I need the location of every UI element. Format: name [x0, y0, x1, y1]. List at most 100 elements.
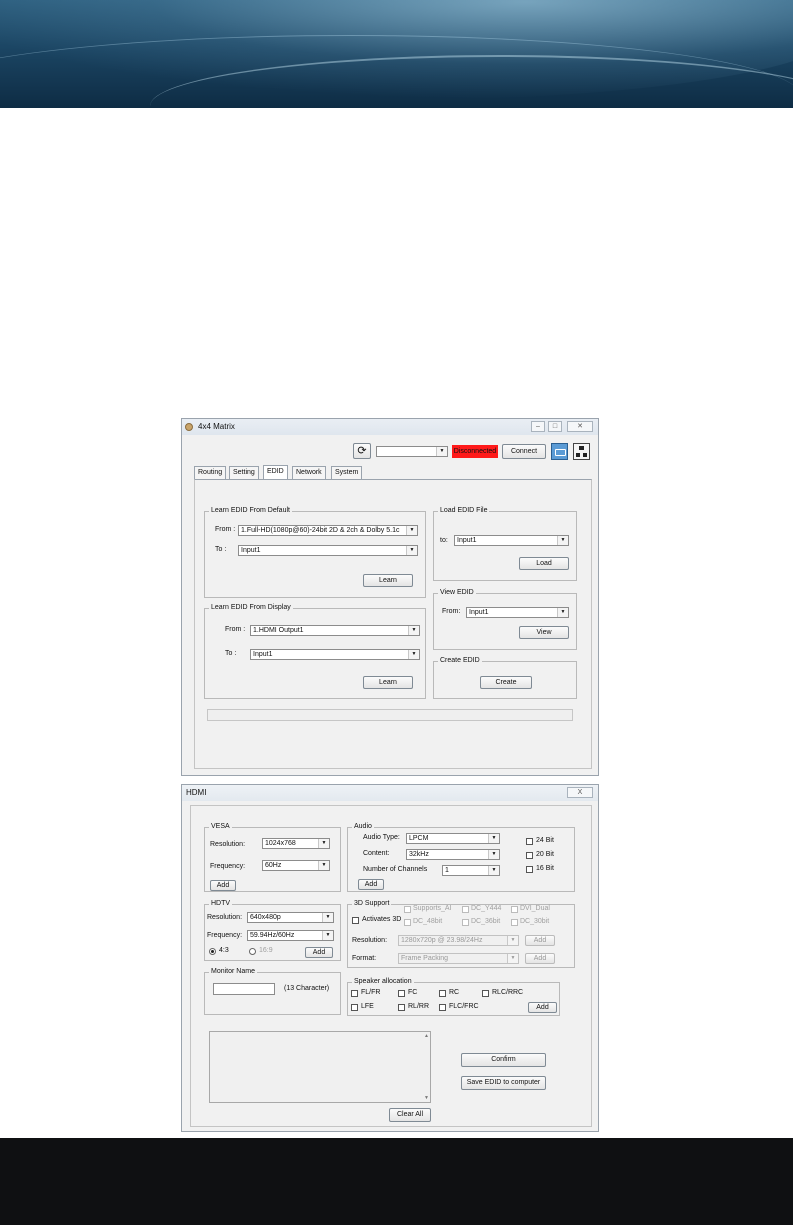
3d-format-add-button[interactable]: Add [525, 953, 555, 964]
group-title: Create EDID [438, 656, 482, 666]
create-button[interactable]: Create [480, 676, 532, 689]
dc-36bit-checkbox[interactable] [462, 919, 469, 926]
activate-3d-checkbox[interactable] [352, 917, 359, 924]
vesa-resolution-select[interactable]: 1024x768 ▼ [262, 838, 330, 849]
clear-all-button[interactable]: Clear All [389, 1108, 431, 1122]
tab-edid[interactable]: EDID [263, 465, 288, 480]
monitor-name-input[interactable] [213, 983, 275, 995]
fc-checkbox[interactable] [398, 990, 405, 997]
view-edid-group: View EDID From: Input1 ▼ View [433, 588, 577, 650]
hdtv-add-button[interactable]: Add [305, 947, 333, 958]
3d-format-select[interactable]: Frame Packing ▼ [398, 953, 519, 964]
group-title: Learn EDID From Display [209, 603, 293, 613]
network-icon[interactable] [573, 443, 590, 460]
tab-system[interactable]: System [331, 466, 363, 480]
rc-checkbox[interactable] [439, 990, 446, 997]
view-button[interactable]: View [519, 626, 569, 639]
tab-routing[interactable]: Routing [194, 466, 227, 480]
scroll-up-icon[interactable]: ▲ [424, 1033, 429, 1039]
learn-default-from-select[interactable]: 1.Full-HD(1080p@60)-24bit 2D & 2ch & Dol… [238, 525, 418, 536]
tab-setting[interactable]: Setting [229, 466, 259, 480]
connect-button[interactable]: Connect [502, 444, 546, 459]
hdmi-titlebar: HDMI [182, 785, 598, 801]
serial-port-icon[interactable] [551, 443, 568, 460]
load-edid-to-select[interactable]: Input1 ▼ [454, 535, 569, 546]
supports-ai-checkbox[interactable] [404, 906, 411, 913]
chevron-down-icon: ▼ [406, 546, 417, 555]
hdmi-window: HDMI X VESA Resolution: 1024x768 ▼ Freque… [181, 784, 599, 1132]
rl-rr-checkbox[interactable] [398, 1004, 405, 1011]
dc-36bit-label: DC_36bit [471, 918, 501, 925]
chevron-down-icon: ▼ [436, 447, 447, 456]
vesa-group: VESA Resolution: 1024x768 ▼ Frequency: 60… [204, 822, 341, 892]
supports-ai-label: Supports_AI [413, 905, 452, 912]
hdtv-frequency-select[interactable]: 59.94Hz/60Hz ▼ [247, 930, 334, 941]
create-edid-group: Create EDID Create [433, 656, 577, 699]
activate-3d-label: Activates 3D [362, 916, 402, 923]
edid-output-textarea[interactable]: ▲ ▼ [209, 1031, 431, 1103]
chevron-down-icon: ▼ [318, 861, 329, 870]
flc-frc-checkbox[interactable] [439, 1004, 446, 1011]
load-button[interactable]: Load [519, 557, 569, 570]
3d-resolution-select[interactable]: 1280x720p @ 23.98/24Hz ▼ [398, 935, 519, 946]
to-label: to: [440, 537, 448, 544]
dc-48bit-checkbox[interactable] [404, 919, 411, 926]
bit24-checkbox[interactable] [526, 838, 533, 845]
flc-frc-label: FLC/FRC [449, 1003, 479, 1010]
speaker-add-button[interactable]: Add [528, 1002, 557, 1013]
maximize-button[interactable]: □ [548, 421, 562, 432]
aspect-4-3-radio[interactable] [209, 948, 216, 955]
learn-display-from-select[interactable]: 1.HDMI Output1 ▼ [250, 625, 420, 636]
chevron-down-icon: ▼ [488, 834, 499, 843]
audio-group: Audio Audio Type: LPCM ▼ Content: 32kHz ▼ … [347, 822, 575, 892]
view-edid-from-select[interactable]: Input1 ▼ [466, 607, 569, 618]
window-title: HDMI [186, 788, 207, 797]
chevron-down-icon: ▼ [507, 954, 518, 963]
close-button[interactable]: ✕ [567, 421, 593, 432]
close-button[interactable]: X [567, 787, 593, 798]
audio-add-button[interactable]: Add [358, 879, 384, 890]
chevron-down-icon: ▼ [488, 866, 499, 875]
learn-display-to-select[interactable]: Input1 ▼ [250, 649, 420, 660]
lfe-checkbox[interactable] [351, 1004, 358, 1011]
vesa-frequency-select[interactable]: 60Hz ▼ [262, 860, 330, 871]
group-title: Load EDID File [438, 506, 490, 516]
monitor-name-group: Monitor Name (13 Character) [204, 967, 341, 1015]
port-select[interactable]: ▼ [376, 446, 448, 457]
dc-y444-checkbox[interactable] [462, 906, 469, 913]
dvi-dual-checkbox[interactable] [511, 906, 518, 913]
chevron-down-icon: ▼ [408, 650, 419, 659]
save-edid-button[interactable]: Save EDID to computer [461, 1076, 546, 1090]
aspect-16-9-radio[interactable] [249, 948, 256, 955]
rlc-rrc-checkbox[interactable] [482, 990, 489, 997]
refresh-button[interactable]: ⟳ [353, 443, 371, 459]
audio-content-select[interactable]: 32kHz ▼ [406, 849, 500, 860]
minimize-button[interactable]: – [531, 421, 545, 432]
progress-bar [207, 709, 573, 721]
tab-network[interactable]: Network [292, 466, 326, 480]
scroll-down-icon[interactable]: ▼ [424, 1095, 429, 1101]
learn-default-to-select[interactable]: Input1 ▼ [238, 545, 418, 556]
dc-30bit-checkbox[interactable] [511, 919, 518, 926]
confirm-button[interactable]: Confirm [461, 1053, 546, 1067]
audio-type-select[interactable]: LPCM ▼ [406, 833, 500, 844]
learn-default-button[interactable]: Learn [363, 574, 413, 587]
3d-resolution-add-button[interactable]: Add [525, 935, 555, 946]
from-label: From : [225, 626, 246, 633]
learn-display-button[interactable]: Learn [363, 676, 413, 689]
group-title: 3D Support [352, 899, 392, 909]
fl-fr-checkbox[interactable] [351, 990, 358, 997]
frequency-label: Frequency: [207, 932, 243, 939]
refresh-icon: ⟳ [357, 445, 367, 457]
bit16-checkbox[interactable] [526, 866, 533, 873]
load-edid-group: Load EDID File to: Input1 ▼ Load [433, 506, 577, 581]
group-title: VESA [209, 822, 232, 832]
hdtv-resolution-select[interactable]: 640x480p ▼ [247, 912, 334, 923]
chevron-down-icon: ▼ [322, 913, 333, 922]
hdtv-group: HDTV Resolution: 640x480p ▼ Frequency: 59… [204, 899, 341, 961]
audio-channels-select[interactable]: 1 ▼ [442, 865, 500, 876]
window-title: 4x4 Matrix [198, 422, 235, 431]
resolution-label: Resolution: [352, 937, 388, 944]
bit20-checkbox[interactable] [526, 852, 533, 859]
vesa-add-button[interactable]: Add [210, 880, 236, 891]
